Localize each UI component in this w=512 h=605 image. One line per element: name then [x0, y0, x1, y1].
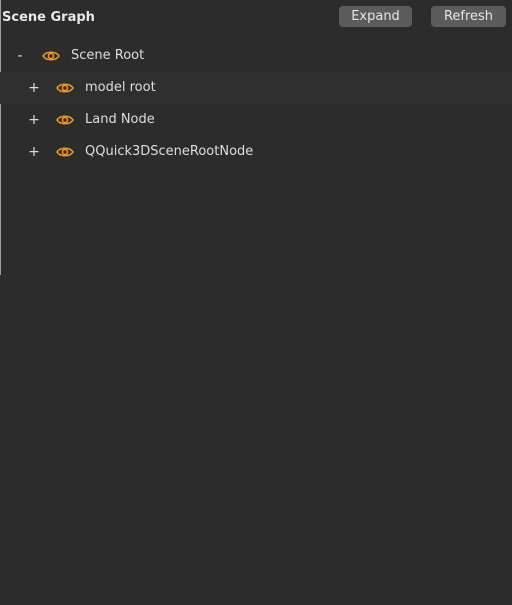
panel-header: Scene Graph Expand Refresh	[0, 0, 512, 36]
panel-title: Scene Graph	[2, 10, 95, 25]
tree-node-label: QQuick3DSceneRootNode	[85, 144, 254, 159]
tree-row-model-root[interactable]: + model root	[0, 72, 512, 104]
collapse-toggle[interactable]: -	[14, 47, 26, 65]
tree-row-scene-root[interactable]: - Scene Root	[0, 40, 512, 72]
eye-icon[interactable]	[56, 113, 74, 127]
scene-tree: - Scene Root + model root + Land Node + …	[0, 40, 512, 168]
eye-icon[interactable]	[56, 81, 74, 95]
tree-row-land-node[interactable]: + Land Node	[0, 104, 512, 136]
tree-row-qquick3d-scene-root-node[interactable]: + QQuick3DSceneRootNode	[0, 136, 512, 168]
eye-icon[interactable]	[42, 49, 60, 63]
expand-toggle[interactable]: +	[28, 79, 40, 97]
tree-node-label: Scene Root	[71, 48, 145, 63]
expand-toggle[interactable]: +	[28, 143, 40, 161]
eye-icon[interactable]	[56, 145, 74, 159]
tree-node-label: Land Node	[85, 112, 155, 127]
expand-button[interactable]: Expand	[339, 6, 412, 27]
refresh-button[interactable]: Refresh	[431, 6, 506, 27]
tree-node-label: model root	[85, 80, 156, 95]
scene-graph-panel: Scene Graph Expand Refresh - Scene Root …	[0, 0, 512, 605]
expand-toggle[interactable]: +	[28, 111, 40, 129]
